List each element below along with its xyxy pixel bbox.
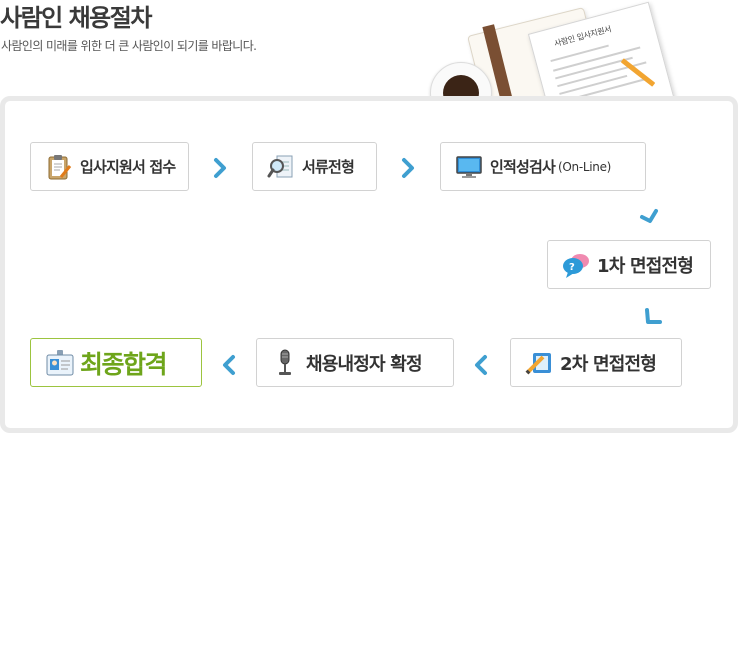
- arrow-left-icon: [475, 355, 487, 375]
- step-application: 입사지원서 접수: [30, 142, 189, 191]
- step-label: 인적성검사: [490, 158, 556, 176]
- step-candidate-confirmation: 채용내정자 확정: [256, 338, 454, 387]
- step-first-interview: ? 1차 면접전형: [547, 240, 711, 289]
- header-illustration: 사람인 입사지원서: [420, 0, 690, 100]
- step-label: 2차 면접전형: [560, 353, 657, 375]
- step-second-interview: 2차 면접전형: [510, 338, 682, 387]
- clipboard-icon: [45, 153, 73, 181]
- id-card-icon: [45, 349, 74, 377]
- step-aptitude-test: 인적성검사 (On-Line): [440, 142, 646, 191]
- step-sublabel: (On-Line): [558, 159, 612, 174]
- magnifier-document-icon: [267, 153, 295, 181]
- step-label: 최종합격: [80, 349, 168, 379]
- step-label: 서류전형: [302, 158, 355, 176]
- step-label: 입사지원서 접수: [80, 158, 176, 176]
- recruitment-process-panel: 입사지원서 접수 서류전형 인적성검사 (On-Line) ? 1차 면접전형 …: [0, 96, 738, 433]
- step-label: 채용내정자 확정: [306, 353, 423, 375]
- step-document-screening: 서류전형: [252, 142, 377, 191]
- step-final-acceptance: 최종합격: [30, 338, 202, 387]
- step-label: 1차 면접전형: [597, 255, 694, 277]
- page-title: 사람인 채용절차: [0, 4, 152, 32]
- pencil-notepad-icon: [525, 349, 553, 377]
- speech-bubbles-icon: ?: [562, 251, 590, 279]
- page-subtitle: 사람인의 미래를 위한 더 큰 사람인이 되기를 바랍니다.: [1, 39, 257, 53]
- arrow-down-left-icon: [640, 209, 658, 223]
- arrow-down-right-icon: [645, 308, 662, 324]
- arrow-right-icon: [214, 158, 226, 178]
- microphone-icon: [271, 349, 299, 377]
- arrow-left-icon: [223, 355, 235, 375]
- arrow-right-icon: [402, 158, 414, 178]
- monitor-icon: [455, 153, 483, 181]
